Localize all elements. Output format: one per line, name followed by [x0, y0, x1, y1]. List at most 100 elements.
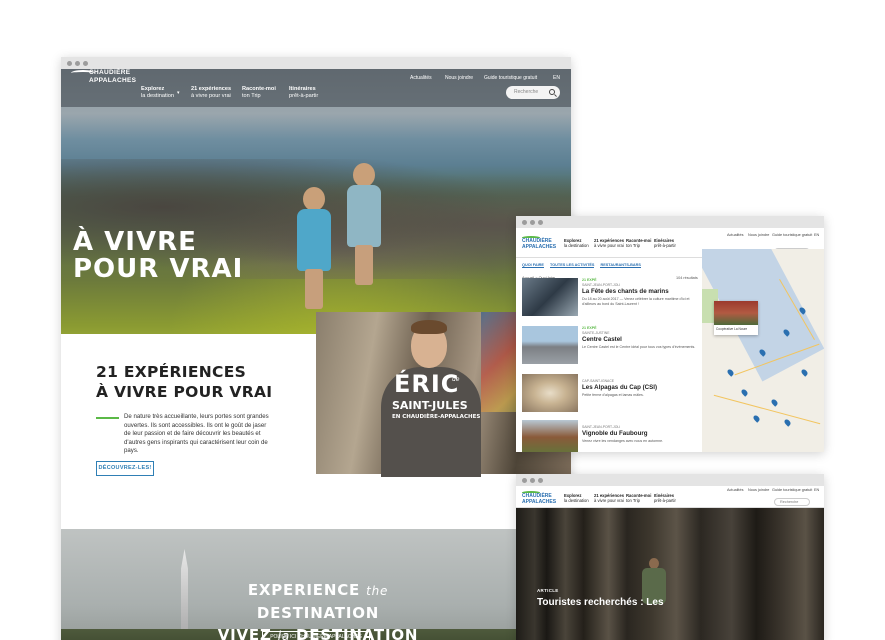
logo-line2: APPALACHES	[522, 243, 557, 250]
nav-item-raconte-moi[interactable]: Raconte-moi ton Trip	[626, 493, 651, 503]
language-toggle[interactable]: EN	[814, 233, 819, 237]
hiker-figure	[640, 558, 666, 622]
window-chrome	[516, 474, 824, 486]
listing-location: SAINT-JEAN-PORT-JOLI	[582, 425, 621, 429]
filter-bar: QUOI FAIRE TOUTES LES ACTIVITÉS RESTAURA…	[522, 263, 641, 268]
dest-word: DESTINATION	[256, 604, 380, 622]
eric-de: de	[452, 376, 460, 383]
experiences-section: 21 EXPÉRIENCES À VIVRE POUR VRAI De natu…	[61, 334, 316, 529]
article-browser-window: CHAUDIÈRE APPALACHES Explorez la destinat…	[516, 474, 824, 640]
destination-button[interactable]: POLICE ICI CHAUDIÈRE-APPALACHES	[262, 631, 370, 640]
filter-restaurants[interactable]: RESTAURANTS-BARS	[600, 263, 641, 268]
nav-item-21-experiences[interactable]: 21 expériences à vivre pour vrai	[594, 238, 624, 248]
top-link-nous-joindre[interactable]: Nous joindre	[445, 75, 473, 81]
list-item[interactable]: CAP-SAINT-IGNACE Les Alpagas du Cap (CSI…	[522, 374, 700, 414]
nav-item-explorez[interactable]: Explorez la destination	[141, 86, 174, 100]
person-hair	[411, 320, 447, 334]
popup-image	[714, 301, 758, 325]
listing-name: Vignoble du Faubourg	[582, 430, 648, 437]
top-link-nous-joindre[interactable]: Nous joindre	[748, 233, 769, 237]
site-logo[interactable]: CHAUDIÈRE APPALACHES	[71, 69, 136, 89]
map-pin-icon[interactable]	[726, 368, 735, 377]
destination-section: EXPERIENCE the DESTINATION VIVEZ la DEST…	[61, 529, 571, 640]
chevron-down-icon[interactable]: ▾	[177, 90, 180, 96]
filter-activites[interactable]: TOUTES LES ACTIVITÉS	[549, 263, 595, 268]
eric-place: SAINT-JULES	[392, 399, 468, 412]
map-pin-icon[interactable]	[800, 368, 809, 377]
map-pin-icon[interactable]	[770, 398, 779, 407]
language-toggle[interactable]: EN	[553, 75, 560, 81]
experiences-title: 21 EXPÉRIENCES À VIVRE POUR VRAI	[96, 362, 272, 402]
hero-child-figure	[293, 187, 335, 309]
nav-label: Itinéraires	[289, 86, 316, 92]
nav-item-21-experiences[interactable]: 21 expériences à vivre pour vrai	[191, 86, 231, 100]
nav-item-21-experiences[interactable]: 21 expériences à vivre pour vrai	[594, 493, 624, 503]
accent-divider	[96, 417, 119, 419]
nav-item-explorez[interactable]: Explorez la destination	[564, 238, 589, 248]
listing-name: Centre Castel	[582, 336, 622, 343]
logo-line1: CHAUDIÈRE	[89, 69, 131, 76]
listing-location: CAP-SAINT-IGNACE	[582, 379, 615, 383]
nav-item-raconte-moi[interactable]: Raconte-moi ton Trip	[626, 238, 651, 248]
article-site-logo[interactable]: CHAUDIÈRE APPALACHES	[522, 491, 556, 505]
top-link-actualites[interactable]: Actualités	[727, 488, 743, 492]
logo-line2: APPALACHES	[522, 498, 557, 505]
map-pin-icon[interactable]	[783, 418, 792, 427]
article-title[interactable]: Touristes recherchés : Les	[537, 597, 664, 608]
window-dot-icon	[83, 60, 88, 66]
discover-button[interactable]: DÉCOUVREZ-LES!	[96, 461, 154, 476]
top-link-guide[interactable]: Guide touristique gratuit	[772, 233, 812, 237]
nav-item-itineraires[interactable]: Itinéraires prêt-à-partir	[289, 86, 318, 100]
experiences-title-line2: À VIVRE POUR VRAI	[96, 383, 273, 401]
nav-item-itineraires[interactable]: Itinéraires prêt-à-partir	[654, 238, 676, 248]
hero-child-figure	[343, 163, 387, 298]
nav-item-itineraires[interactable]: Itinéraires prêt-à-partir	[654, 493, 676, 503]
top-link-actualites[interactable]: Actualités	[410, 75, 432, 81]
map-popup[interactable]: Coopérative La Noure	[714, 301, 758, 335]
experiences-body: De nature très accueillante, leurs porte…	[124, 413, 269, 454]
nav-item-explorez[interactable]: Explorez la destination	[564, 493, 589, 503]
search-icon[interactable]	[549, 89, 555, 95]
map-panel[interactable]: Coopérative La Noure	[702, 249, 824, 452]
filter-quoi-faire[interactable]: QUOI FAIRE	[522, 263, 544, 268]
map-pin-icon[interactable]	[752, 414, 761, 423]
language-toggle[interactable]: EN	[814, 488, 819, 492]
nav-sublabel: ton Trip	[626, 243, 640, 248]
window-dot-icon	[522, 219, 527, 225]
listing-location: SAINT-JEAN-PORT-JOLI	[582, 283, 621, 287]
destination-title-line1: EXPERIENCE the DESTINATION	[213, 579, 423, 624]
list-item[interactable]: SAINT-JEAN-PORT-JOLI Vignoble du Faubour…	[522, 420, 700, 452]
window-dot-icon	[75, 60, 80, 66]
listing-name: Les Alpagas du Cap (CSI)	[582, 384, 658, 391]
listing-tag: 21 EXPÉ	[582, 326, 597, 330]
listing-thumbnail	[522, 420, 578, 452]
nav-label: Explorez	[141, 86, 165, 92]
map-site-logo[interactable]: CHAUDIÈRE APPALACHES	[522, 236, 556, 250]
nav-label: Raconte-moi	[242, 86, 276, 92]
nav-sublabel: à vivre pour vrai	[594, 243, 624, 248]
top-link-actualites[interactable]: Actualités	[727, 233, 743, 237]
eric-name: ÉRIC	[394, 370, 460, 398]
list-item[interactable]: 21 EXPÉ SAINTE-JUSTINE Centre Castel Le …	[522, 326, 700, 366]
nav-sublabel: la destination	[564, 498, 589, 503]
search-input[interactable]: Recherche	[774, 498, 810, 506]
hero-title-line1: À VIVRE	[73, 227, 197, 257]
top-link-nous-joindre[interactable]: Nous joindre	[748, 488, 769, 492]
top-link-guide[interactable]: Guide touristique gratuit	[484, 75, 537, 81]
window-dot-icon	[67, 60, 72, 66]
eric-title: ÉRIC de SAINT-JULES EN CHAUDIÈRE-APPALAC…	[392, 370, 480, 420]
article-hero-image[interactable]: ARTICLE Touristes recherchés : Les	[516, 508, 824, 640]
listing-description: Venez vivre les vendanges avec nous en a…	[582, 439, 664, 443]
search-placeholder: Recherche	[780, 500, 799, 504]
search-input[interactable]: Recherche	[506, 86, 560, 99]
window-dot-icon	[530, 219, 535, 225]
popup-label: Coopérative La Noure	[716, 327, 748, 331]
listing-tag: 21 EXPÉ	[582, 278, 597, 282]
nav-item-raconte-moi[interactable]: Raconte-moi ton Trip	[242, 86, 276, 100]
listing-thumbnail	[522, 326, 578, 364]
list-item[interactable]: 21 EXPÉ SAINT-JEAN-PORT-JOLI La Fête des…	[522, 278, 700, 318]
window-dot-icon	[538, 219, 543, 225]
map-pin-icon[interactable]	[740, 388, 749, 397]
top-link-guide[interactable]: Guide touristique gratuit	[772, 488, 812, 492]
listing-map-browser-window: CHAUDIÈRE APPALACHES Explorez la destinat…	[516, 216, 824, 452]
